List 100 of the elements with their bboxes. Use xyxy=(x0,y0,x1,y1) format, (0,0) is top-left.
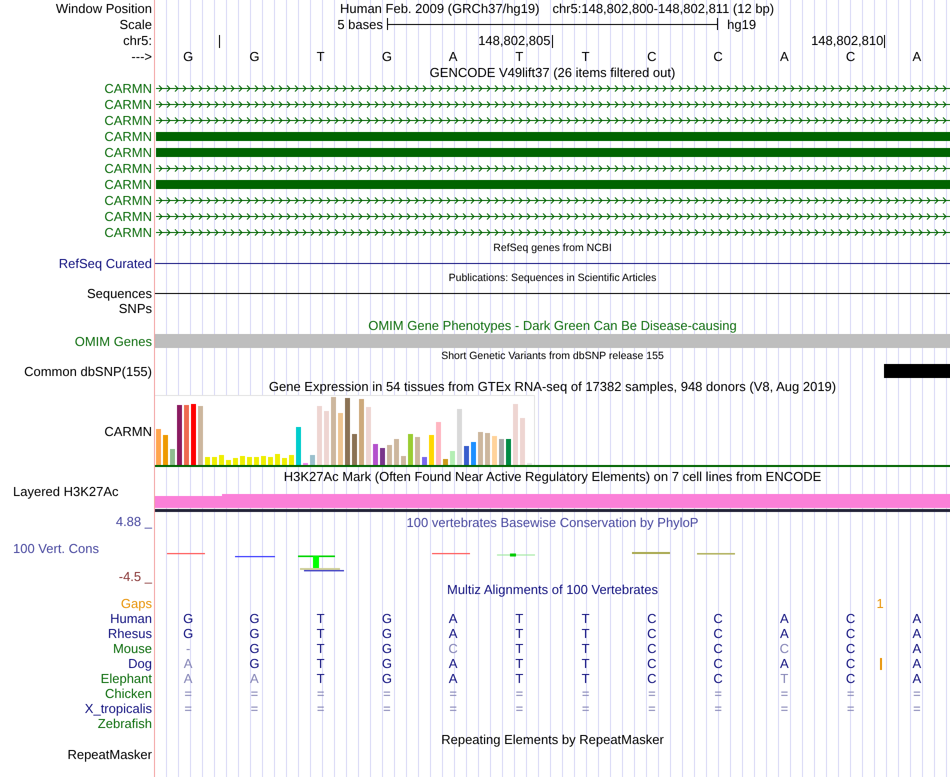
expression-bar xyxy=(436,422,441,465)
expression-bar xyxy=(415,437,420,465)
expression-bar xyxy=(338,413,343,465)
scale-text: 5 bases xyxy=(337,18,383,30)
base-letter: G xyxy=(382,50,392,62)
alignment-base: T xyxy=(582,627,590,640)
alignment-base: A xyxy=(912,657,922,670)
track-title: Publications: Sequences in Scientific Articles xyxy=(448,272,656,284)
alignment-base: A xyxy=(184,657,192,670)
alignment-base: G xyxy=(382,627,392,640)
alignment-base: G xyxy=(249,657,260,670)
expression-bar xyxy=(289,455,294,465)
alignment-base: C xyxy=(713,642,723,655)
track-label: Common dbSNP(155) xyxy=(24,364,152,378)
row-label: Scale xyxy=(119,18,152,30)
expression-bar xyxy=(520,418,525,465)
assembly-label: hg19 xyxy=(727,18,756,30)
base-letter: G xyxy=(249,50,260,62)
expression-bar xyxy=(506,439,511,465)
expression-bar xyxy=(499,439,504,465)
species-label: Rhesus xyxy=(108,627,152,640)
alignment-base: = xyxy=(184,702,192,715)
alignment-base: C xyxy=(780,642,790,655)
base-letter: T xyxy=(582,50,590,62)
expression-bar xyxy=(233,458,238,465)
alignment-base: A xyxy=(448,612,458,625)
alignment-base: C xyxy=(647,612,657,625)
expression-bar xyxy=(282,458,287,465)
expression-bar xyxy=(163,435,168,465)
alignment-base: = xyxy=(714,702,722,715)
species-label: Mouse xyxy=(112,642,152,655)
alignment-base: = xyxy=(780,687,788,700)
track-title: Repeating Elements by RepeatMasker xyxy=(441,732,664,746)
axis-max-label: 4.88 _ xyxy=(116,515,152,528)
species-label: Chicken xyxy=(105,687,152,700)
alignment-base: G xyxy=(249,627,260,640)
expression-bar xyxy=(212,457,217,465)
expression-bar xyxy=(205,457,210,465)
gene-label: CARMN xyxy=(104,210,152,222)
expression-bar xyxy=(380,448,385,465)
alignment-base: G xyxy=(183,612,194,625)
alignment-base: = xyxy=(449,687,457,700)
expression-bar xyxy=(401,456,406,465)
alignment-base: T xyxy=(582,642,590,655)
alignment-base: A xyxy=(912,627,922,640)
expression-bar xyxy=(261,456,266,465)
alignment-base: T xyxy=(515,672,524,685)
alignment-base: A xyxy=(912,672,922,685)
expression-bar xyxy=(170,449,175,465)
expression-bar xyxy=(513,404,518,465)
alignment-base: G xyxy=(382,642,392,655)
alignment-base: C xyxy=(846,657,856,670)
alignment-base: T xyxy=(780,672,788,685)
alignment-base: C xyxy=(846,642,856,655)
expression-bar xyxy=(254,457,259,465)
alignment-base: T xyxy=(515,612,524,625)
species-label: Zebrafish xyxy=(98,717,152,730)
position-range: chr5:148,802,800-148,802,811 (12 bp) xyxy=(552,2,774,14)
alignment-base: A xyxy=(780,612,789,625)
expression-bar xyxy=(240,456,245,465)
gene-label: CARMN xyxy=(104,194,152,206)
expression-bar xyxy=(394,439,399,465)
expression-bar xyxy=(492,436,497,465)
alignment-base: T xyxy=(316,672,325,685)
track-title: Gene Expression in 54 tissues from GTEx RNA-seq of 17382 samples, 948 donors (V8, Aug 2019) xyxy=(268,380,836,393)
expression-bar xyxy=(275,454,280,465)
base-letter: A xyxy=(448,50,458,62)
expression-bar xyxy=(429,435,434,465)
gaps-label: Gaps xyxy=(120,597,152,610)
alignment-base: C xyxy=(713,612,723,625)
coordinate-label: 148,802,810 xyxy=(811,34,884,46)
expression-bar xyxy=(198,406,203,465)
gene-label: CARMN xyxy=(104,98,152,110)
track-label: RefSeq Curated xyxy=(58,256,152,270)
alignment-base: = xyxy=(383,702,391,715)
gene-label: CARMN xyxy=(104,178,152,190)
expression-bar xyxy=(226,460,231,465)
expression-bar xyxy=(177,405,182,465)
expression-bar xyxy=(331,397,336,465)
alignment-base: = xyxy=(316,687,324,700)
expression-bar xyxy=(366,407,371,465)
base-letter: C xyxy=(647,50,657,62)
track-title: OMIM Gene Phenotypes - Dark Green Can Be Disease-causing xyxy=(368,318,737,332)
alignment-base: T xyxy=(316,657,325,670)
alignment-base: A xyxy=(448,627,458,640)
gap-count: 1 xyxy=(876,597,884,610)
alignment-base: = xyxy=(250,702,258,715)
alignment-base: = xyxy=(780,702,788,715)
expression-bar xyxy=(450,451,455,465)
expression-bar xyxy=(387,445,392,465)
alignment-base: C xyxy=(846,672,856,685)
alignment-base: T xyxy=(515,642,524,655)
track-label: 100 Vert. Cons xyxy=(13,542,99,555)
alignment-base: C xyxy=(713,672,723,685)
assembly-name: Human Feb. 2009 (GRCh37/hg19) xyxy=(340,2,540,14)
alignment-base: G xyxy=(249,612,260,625)
alignment-base: = xyxy=(184,687,192,700)
base-letter: A xyxy=(780,50,789,62)
alignment-base: = xyxy=(449,702,457,715)
base-letter: T xyxy=(515,50,524,62)
